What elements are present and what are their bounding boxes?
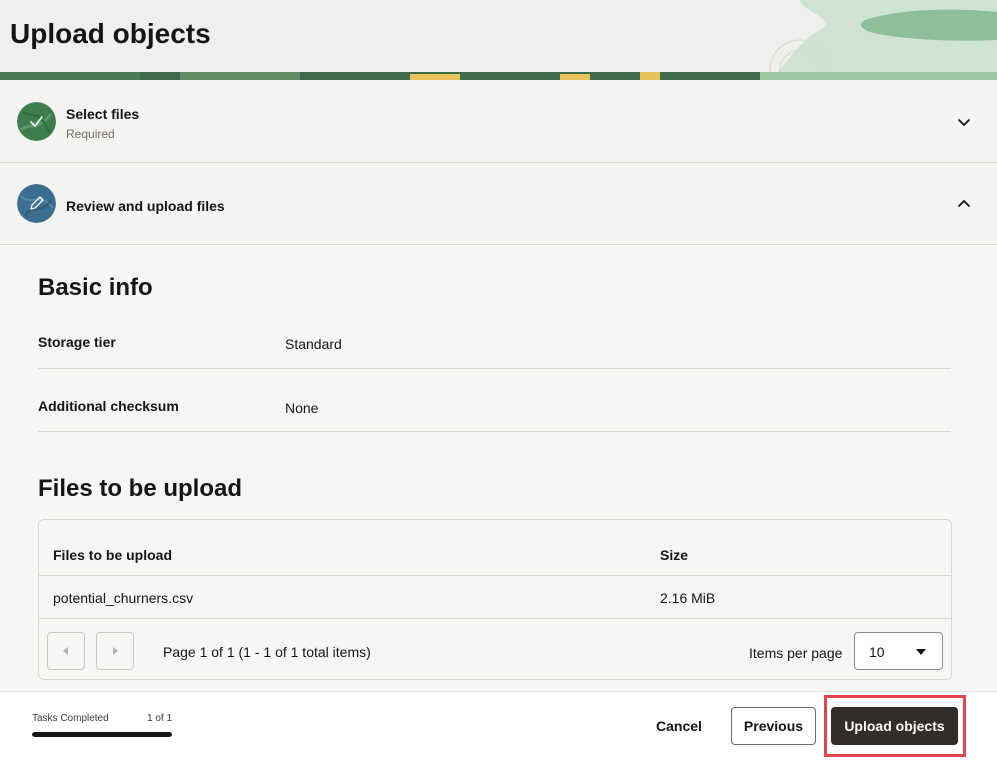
info-row-storage-tier: Storage tier Standard — [38, 305, 951, 369]
step-title: Review and upload files — [66, 198, 225, 214]
page-title: Upload objects — [10, 18, 211, 49]
previous-page-button[interactable] — [47, 632, 85, 670]
previous-button[interactable]: Previous — [731, 707, 816, 745]
column-header-files[interactable]: Files to be upload — [53, 547, 172, 563]
header-pattern-strip — [0, 72, 997, 80]
table-pagination: Page 1 of 1 (1 - 1 of 1 total items) Ite… — [39, 619, 951, 679]
wizard-footer: Tasks Completed 1 of 1 Cancel Previous U… — [0, 691, 997, 762]
table-row: potential_churners.csv 2.16 MiB — [39, 576, 951, 619]
file-size-cell: 2.16 MiB — [660, 590, 716, 606]
step-subtitle: Required — [66, 127, 115, 141]
step-completed-avatar — [17, 102, 56, 141]
step-review-upload[interactable]: Review and upload files — [0, 163, 997, 245]
items-per-page-select[interactable]: 10 — [854, 632, 943, 670]
step-select-files[interactable]: Select files Required — [0, 81, 997, 163]
step-active-avatar — [17, 184, 56, 223]
review-content: Basic info Storage tier Standard Additio… — [0, 245, 997, 691]
info-row-additional-checksum: Additional checksum None — [38, 368, 951, 432]
caret-down-icon — [916, 649, 926, 655]
info-value: Standard — [285, 336, 342, 352]
tasks-progress-fill — [32, 732, 172, 737]
chevron-left-icon — [63, 647, 68, 655]
next-page-button[interactable] — [96, 632, 134, 670]
chevron-right-icon — [113, 647, 118, 655]
chevron-up-icon[interactable] — [955, 195, 973, 213]
items-per-page-label: Items per page — [749, 645, 843, 661]
upload-objects-button[interactable]: Upload objects — [831, 707, 958, 745]
step-title: Select files — [66, 106, 140, 122]
files-table: Files to be upload Size potential_churne… — [38, 519, 952, 680]
basic-info-heading: Basic info — [38, 274, 153, 301]
file-name-cell: potential_churners.csv — [53, 590, 194, 606]
info-value: None — [285, 400, 319, 416]
column-header-size[interactable]: Size — [660, 547, 688, 563]
tasks-progress-bar — [32, 732, 172, 737]
table-header-row: Files to be upload Size — [39, 520, 951, 576]
info-label: Storage tier — [38, 334, 116, 350]
chevron-down-icon[interactable] — [955, 113, 973, 131]
info-label: Additional checksum — [38, 398, 179, 414]
cancel-button[interactable]: Cancel — [646, 707, 712, 745]
files-heading: Files to be upload — [38, 475, 243, 502]
tasks-completed-label: Tasks Completed — [32, 713, 109, 724]
pagination-status: Page 1 of 1 (1 - 1 of 1 total items) — [163, 644, 371, 660]
tasks-completed-count: 1 of 1 — [147, 713, 173, 724]
items-per-page-value: 10 — [869, 644, 885, 660]
page-header: Upload objects — [0, 0, 997, 80]
